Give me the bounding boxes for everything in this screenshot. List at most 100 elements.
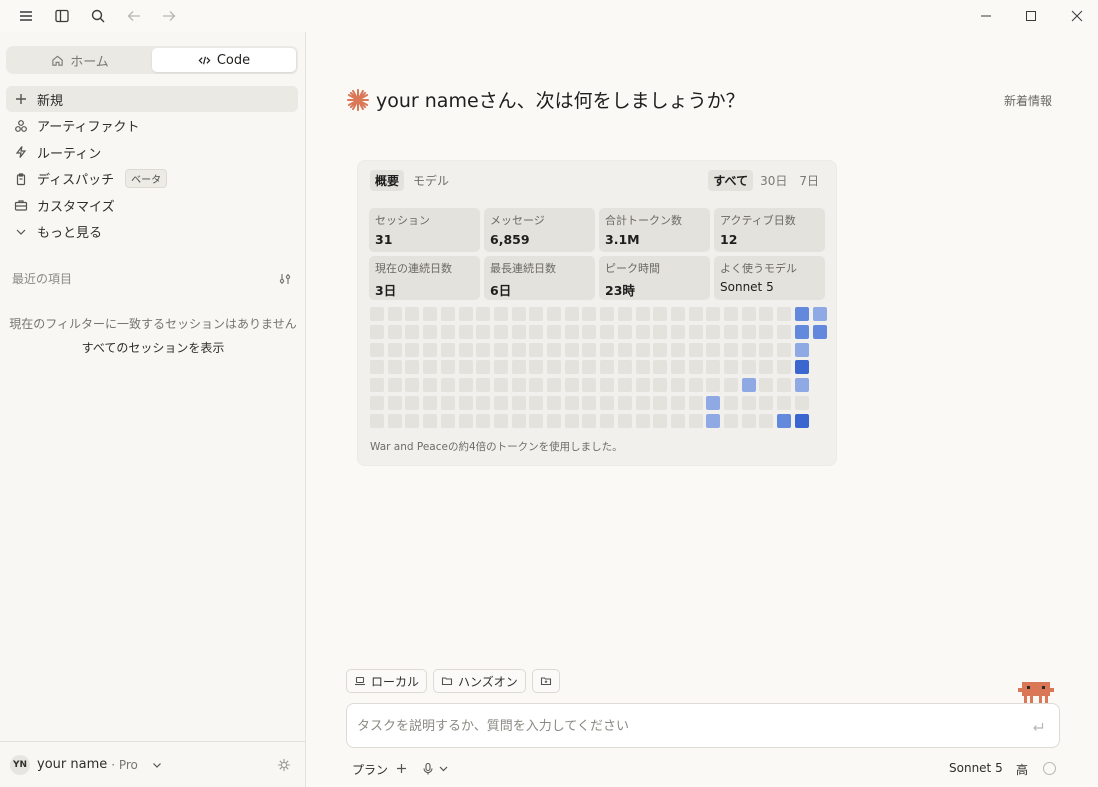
add-folder-button[interactable] [531,669,560,693]
plus-icon[interactable] [395,762,408,775]
sidebar-toggle-icon[interactable] [48,4,76,28]
search-icon[interactable] [84,4,112,28]
heatmap-cell [794,360,809,375]
back-arrow-icon[interactable] [120,4,148,28]
heatmap-cell [670,413,685,428]
heatmap-cell [741,324,756,339]
minimize-icon[interactable] [963,0,1009,32]
range-7d[interactable]: 7日 [794,170,824,191]
sidebar-item-dispatch[interactable]: ディスパッチ ベータ [6,166,298,192]
heatmap-cell [812,324,827,339]
project-folder-button[interactable]: ハンズオン [433,669,526,693]
prompt-input[interactable] [357,714,1017,738]
sidebar-item-customize[interactable]: カスタマイズ [6,192,298,218]
context-chips: ローカル ハンズオン [346,669,560,693]
heatmap-cell [564,413,579,428]
sidebar-item-more[interactable]: もっと見る [6,219,298,245]
heatmap-cell [706,378,721,393]
plus-icon [16,94,26,104]
heatmap-cell [582,307,597,321]
laptop-icon [355,676,365,686]
heatmap-cell [476,378,491,393]
heatmap-cell [458,307,473,321]
maximize-icon[interactable] [1008,0,1054,32]
heatmap-cell [547,342,561,357]
heatmap-cell [529,324,544,339]
heatmap-cell [777,324,792,339]
heatmap-cell [476,396,491,410]
heatmap-cell [706,396,721,410]
sidebar: ホーム Code 新規 アーティファクト ルーティン ディスパッチ ベータ カス… [0,32,306,787]
forward-arrow-icon[interactable] [155,4,183,28]
chevron-down-icon [16,229,26,235]
whats-new-link[interactable]: 新着情報 [1004,92,1052,109]
heatmap-cell [370,413,384,428]
shapes-icon [15,119,27,132]
heatmap-cell [794,324,809,339]
heatmap-cell [635,307,650,321]
tab-code[interactable]: Code [152,48,296,72]
heatmap-cell [617,342,632,357]
sidebar-item-new[interactable]: 新規 [6,86,298,112]
page-title: your nameさん、次は何をしましょうか？ [346,86,745,113]
range-30d[interactable]: 30日 [755,170,792,191]
heatmap-cell [511,413,526,428]
microphone-icon[interactable] [421,762,435,776]
sidebar-item-routines[interactable]: ルーティン [6,139,298,165]
user-account-button[interactable]: YN your name · Pro [0,741,305,787]
heatmap-cell [688,307,703,321]
heatmap-cell [670,360,685,375]
heatmap-cell [582,396,597,410]
stat-value: 31 [375,232,393,247]
composer-toolbar: プラン Sonnet 5 高 [346,758,1060,780]
heatmap-cell [759,324,774,339]
heatmap-cell [724,324,738,339]
title-bar [0,0,1098,32]
enter-icon[interactable] [1031,720,1045,734]
stat-label: よく使うモデル [720,262,797,275]
heatmap-cell [529,360,544,375]
filter-icon[interactable] [278,272,292,286]
heatmap-cell [600,413,615,428]
close-icon[interactable] [1054,0,1098,32]
heatmap-cell [493,360,508,375]
stat-value: 3.1M [605,232,640,247]
heatmap-cell [617,324,632,339]
stat-label: セッション [375,214,430,227]
range-all[interactable]: すべて [708,170,754,191]
stat-label: 最長連続日数 [490,262,556,275]
heatmap-cell [423,413,438,428]
sidebar-item-label: もっと見る [37,226,103,242]
heatmap-cell [688,360,703,375]
heatmap-cell [653,413,668,428]
show-all-sessions-link[interactable]: すべてのセッションを表示 [0,339,306,356]
heatmap-cell [635,413,650,428]
stat-total-tokens: 合計トークン数 3.1M [599,208,710,252]
stat-label: 現在の連続日数 [375,262,452,275]
model-selector[interactable]: Sonnet 5 [949,761,1003,775]
settings-sparkle-icon[interactable] [276,757,292,773]
heatmap-cell [529,307,544,321]
plan-mode-button[interactable]: プラン [352,761,388,778]
heatmap-cell [653,342,668,357]
chevron-down-icon[interactable] [438,763,449,774]
tab-home[interactable]: ホーム [8,48,152,72]
heatmap-cell [405,360,420,375]
tab-models[interactable]: モデル [408,170,454,191]
heatmap-cell [564,307,579,321]
heatmap-cell [777,396,792,410]
local-env-button[interactable]: ローカル [346,669,428,693]
effort-selector[interactable]: 高 [1016,761,1028,778]
heatmap-cell [493,342,508,357]
heatmap-cell [387,324,402,339]
heatmap-cell [529,413,544,428]
heatmap-cell [405,378,420,393]
sidebar-item-artifacts[interactable]: アーティファクト [6,113,298,139]
stat-grid: セッション 31 メッセージ 6,859 合計トークン数 3.1M アクティブ日… [369,208,827,300]
menu-icon[interactable] [12,4,40,28]
heatmap-cell [387,342,402,357]
usage-stats-card: 概要 モデル すべて 30日 7日 セッション 31 メッセージ 6,859 合… [357,160,837,466]
tab-overview[interactable]: 概要 [370,170,405,191]
heatmap-cell [777,413,792,428]
heatmap-cell [670,378,685,393]
